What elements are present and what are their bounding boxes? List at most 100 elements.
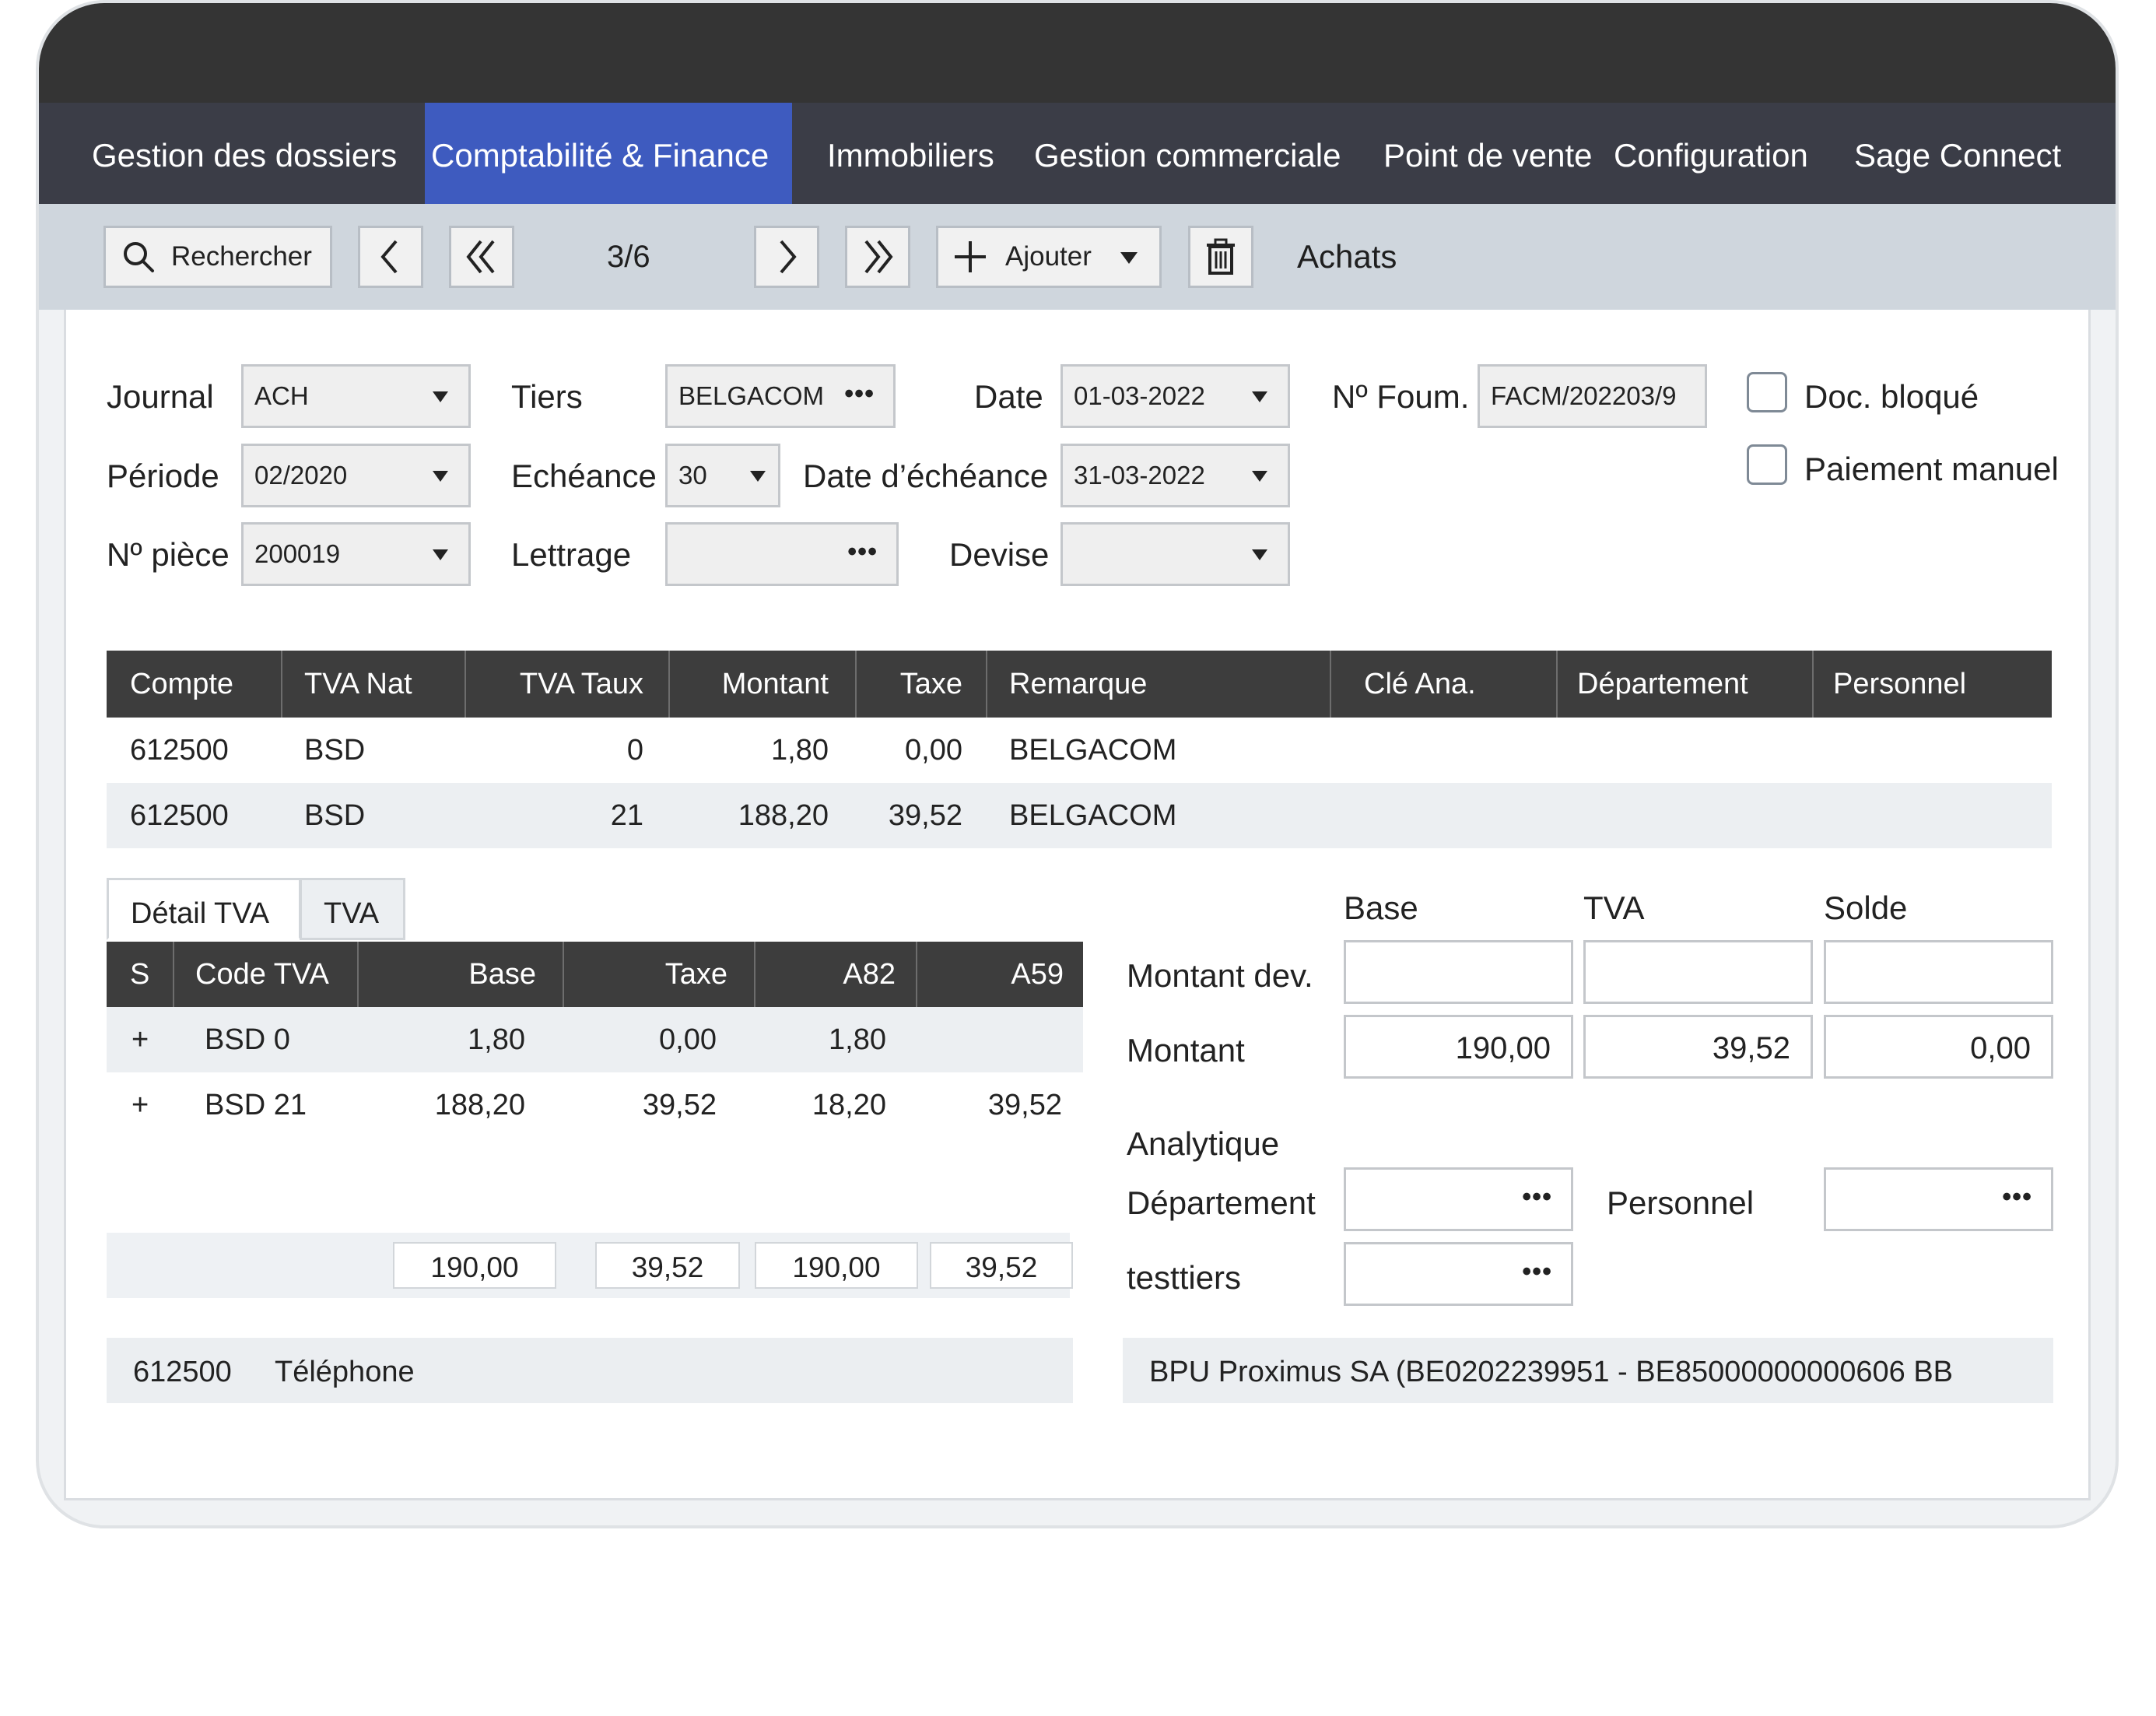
- echeance-value: 30: [678, 461, 707, 490]
- paiement-manuel-checkbox[interactable]: [1747, 444, 1787, 485]
- table-row[interactable]: 612500 BSD 0 1,80 0,00 BELGACOM: [107, 718, 2052, 783]
- menu-item-point-de-vente[interactable]: Point de vente: [1383, 103, 1593, 204]
- echeance-select[interactable]: 30: [665, 444, 780, 507]
- section-title: Achats: [1297, 238, 1397, 275]
- dropdown-arrow-icon: [1252, 391, 1267, 402]
- more-icon[interactable]: •••: [1522, 1170, 1552, 1224]
- previous-button[interactable]: [358, 226, 423, 288]
- double-chevron-right-icon: [858, 237, 897, 276]
- menu-item-configuration[interactable]: Configuration: [1614, 103, 1808, 204]
- cell-taxe: 0,00: [905, 734, 962, 767]
- tiers-field[interactable]: BELGACOM •••: [665, 364, 896, 428]
- chevron-right-icon: [771, 237, 802, 276]
- cell-tva-nat: BSD: [304, 799, 366, 832]
- plus-icon: [952, 239, 988, 275]
- periode-select[interactable]: 02/2020: [241, 444, 471, 507]
- column-header-remarque[interactable]: Remarque: [1009, 651, 1147, 718]
- supplier-info-bar: BPU Proximus SA (BE0202239951 - BE850000…: [1123, 1338, 2053, 1403]
- date-echeance-select[interactable]: 31-03-2022: [1060, 444, 1290, 507]
- caret-down-icon: [1120, 252, 1138, 264]
- account-info-bar: 612500 Téléphone: [107, 1338, 1073, 1403]
- montant-dev-label: Montant dev.: [1127, 957, 1313, 994]
- lines-table-header: Compte TVA Nat TVA Taux Montant Taxe Rem…: [107, 651, 2052, 718]
- more-icon[interactable]: •••: [2002, 1170, 2032, 1224]
- tab-detail-tva[interactable]: Détail TVA: [107, 878, 301, 940]
- journal-select[interactable]: ACH: [241, 364, 471, 428]
- journal-label: Journal: [107, 378, 214, 415]
- date-echeance-label: Date d’échéance: [803, 458, 1049, 494]
- montant-base-field[interactable]: 190,00: [1344, 1015, 1573, 1079]
- more-icon[interactable]: •••: [1522, 1244, 1552, 1299]
- next-button[interactable]: [754, 226, 819, 288]
- devise-select[interactable]: [1060, 522, 1290, 586]
- menu-item-gestion-commerciale[interactable]: Gestion commerciale: [1034, 103, 1341, 204]
- num-fourn-field[interactable]: FACM/202203/9: [1478, 364, 1707, 428]
- lettrage-label: Lettrage: [511, 536, 632, 573]
- more-icon[interactable]: •••: [847, 525, 878, 579]
- column-header-s[interactable]: S: [130, 942, 149, 1007]
- column-header-compte[interactable]: Compte: [130, 651, 233, 718]
- first-button[interactable]: [449, 226, 514, 288]
- departement-label: Département: [1127, 1184, 1316, 1221]
- testtiers-field[interactable]: •••: [1344, 1242, 1573, 1306]
- montant-dev-tva-field[interactable]: [1583, 940, 1813, 1004]
- search-button[interactable]: Rechercher: [103, 226, 332, 288]
- document-form: Journal ACH Période 02/2020 Nº pièce 200…: [64, 310, 2091, 1500]
- column-header-a59[interactable]: A59: [916, 942, 1064, 1007]
- montant-solde-field[interactable]: 0,00: [1824, 1015, 2053, 1079]
- montant-dev-base-field[interactable]: [1344, 940, 1573, 1004]
- personnel-field[interactable]: •••: [1824, 1167, 2053, 1231]
- add-button-label: Ajouter: [1005, 241, 1092, 272]
- cell-base: 1,80: [468, 1023, 525, 1056]
- cell-taxe: 39,52: [888, 799, 962, 832]
- menu-item-sage-connect[interactable]: Sage Connect: [1854, 103, 2061, 204]
- cell-a59: 39,52: [987, 1089, 1062, 1121]
- tab-tva[interactable]: TVA: [300, 878, 405, 940]
- column-header-a82[interactable]: A82: [754, 942, 896, 1007]
- date-select[interactable]: 01-03-2022: [1060, 364, 1290, 428]
- last-button[interactable]: [845, 226, 910, 288]
- search-icon: [121, 240, 156, 274]
- main-menu: Gestion des dossiers Comptabilité & Fina…: [39, 103, 2116, 204]
- cell-taxe: 39,52: [642, 1089, 717, 1121]
- column-header-departement[interactable]: Département: [1577, 651, 1748, 718]
- chevron-left-icon: [375, 237, 406, 276]
- column-header-taxe[interactable]: Taxe: [855, 651, 962, 718]
- column-header-tva-taux[interactable]: TVA Taux: [465, 651, 643, 718]
- departement-field[interactable]: •••: [1344, 1167, 1573, 1231]
- footer-account: 612500: [133, 1356, 232, 1388]
- periode-label: Période: [107, 458, 219, 494]
- total-taxe: 39,52: [595, 1242, 740, 1289]
- column-header-montant[interactable]: Montant: [668, 651, 829, 718]
- montant-dev-solde-field[interactable]: [1824, 940, 2053, 1004]
- footer-supplier-info: BPU Proximus SA (BE0202239951 - BE850000…: [1149, 1356, 1954, 1388]
- date-value: 01-03-2022: [1074, 381, 1205, 410]
- column-header-base[interactable]: Base: [357, 942, 536, 1007]
- piece-select[interactable]: 200019: [241, 522, 471, 586]
- column-header-personnel[interactable]: Personnel: [1833, 651, 1966, 718]
- devise-label: Devise: [949, 536, 1050, 573]
- cell-montant: 1,80: [771, 734, 829, 767]
- dropdown-arrow-icon: [1252, 549, 1267, 560]
- tiers-value: BELGACOM: [678, 381, 825, 410]
- column-header-cle-ana[interactable]: Clé Ana.: [1364, 651, 1476, 718]
- menu-item-immobiliers[interactable]: Immobiliers: [827, 103, 994, 204]
- menu-item-gestion-dossiers[interactable]: Gestion des dossiers: [92, 103, 397, 204]
- vat-totals-row: [107, 1233, 1070, 1298]
- column-header-tva-nat[interactable]: TVA Nat: [304, 651, 412, 718]
- doc-bloque-checkbox[interactable]: [1747, 372, 1787, 412]
- menu-item-comptabilite-finance[interactable]: Comptabilité & Finance: [425, 103, 792, 204]
- more-icon[interactable]: •••: [844, 367, 875, 421]
- trash-icon: [1204, 238, 1237, 275]
- summary-header-solde: Solde: [1824, 890, 1908, 926]
- footer-account-name: Téléphone: [275, 1356, 415, 1388]
- table-row[interactable]: + BSD 0 1,80 0,00 1,80: [107, 1007, 1083, 1072]
- column-header-code-tva[interactable]: Code TVA: [195, 942, 329, 1007]
- delete-button[interactable]: [1188, 226, 1253, 288]
- montant-tva-field[interactable]: 39,52: [1583, 1015, 1813, 1079]
- lettrage-field[interactable]: •••: [665, 522, 899, 586]
- add-button[interactable]: Ajouter: [936, 226, 1162, 288]
- table-row[interactable]: + BSD 21 188,20 39,52 18,20 39,52: [107, 1072, 1083, 1138]
- column-header-taxe[interactable]: Taxe: [563, 942, 727, 1007]
- table-row[interactable]: 612500 BSD 21 188,20 39,52 BELGACOM: [107, 783, 2052, 848]
